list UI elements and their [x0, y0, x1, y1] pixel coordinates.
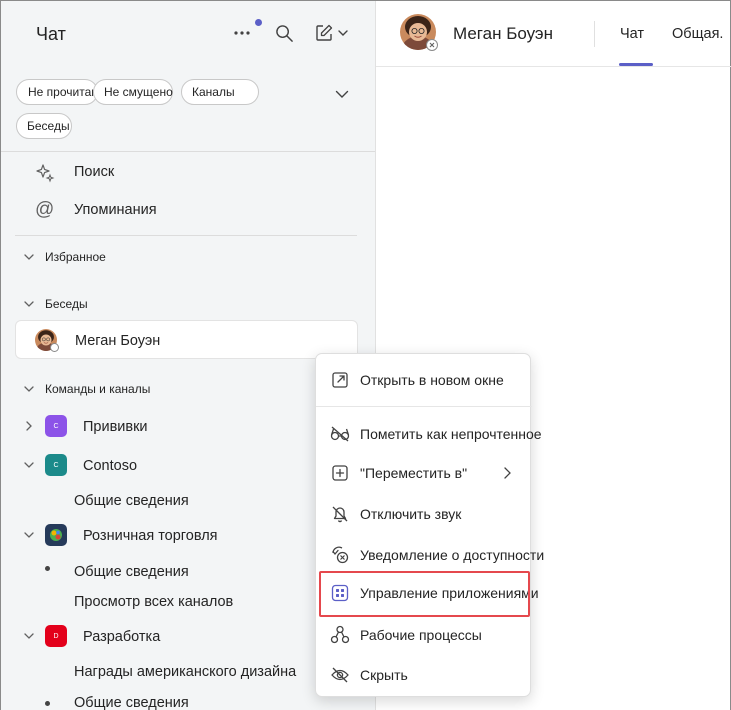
section-label: Команды и каналы	[45, 382, 151, 396]
channel-dev-general[interactable]: Общие сведения	[74, 695, 189, 710]
chevron-down-icon	[24, 301, 34, 307]
section-label: Беседы	[45, 297, 88, 311]
menu-item-mark-unread[interactable]: Пометить как непрочтенное	[316, 416, 542, 452]
menu-item-move-to[interactable]: "Переместить в"	[316, 455, 532, 491]
chat-context-menu: Открыть в новом окне Пометить как непроч…	[315, 353, 544, 697]
divider	[15, 235, 357, 236]
more-options-button[interactable]	[229, 19, 262, 46]
team-contoso[interactable]: C Contoso	[23, 454, 323, 478]
workflow-icon	[330, 625, 350, 645]
sidebar-item-label: Поиск	[74, 164, 115, 180]
menu-item-hide[interactable]: Скрыть	[316, 657, 532, 693]
channel-dev-awards[interactable]: Награды американского дизайна	[74, 664, 296, 680]
sidebar-item-label: Упоминания	[74, 202, 157, 218]
open-window-icon	[330, 370, 350, 390]
team-avatar	[45, 524, 67, 546]
menu-item-label: "Переместить в"	[360, 465, 468, 481]
bell-off-icon	[330, 504, 350, 524]
bullet	[45, 566, 50, 571]
menu-item-label: Уведомление о доступности	[360, 547, 545, 563]
globe-logo-icon	[50, 529, 62, 541]
team-label: Розничная торговля	[83, 528, 218, 544]
team-label: Прививки	[83, 419, 148, 435]
menu-item-label: Пометить как непрочтенное	[360, 426, 542, 442]
filter-unmuted[interactable]: Не смущено	[93, 79, 173, 105]
presence-icon	[330, 545, 350, 565]
filter-channels[interactable]: Каналы	[181, 79, 259, 105]
status-offline-icon	[50, 343, 59, 352]
team-avatar: C	[45, 454, 67, 476]
chevron-down-icon	[24, 386, 34, 392]
chevron-right-icon	[504, 467, 511, 479]
divider	[594, 21, 595, 47]
status-offline-icon	[426, 39, 438, 51]
sparkle-icon	[36, 164, 55, 183]
filter-unread[interactable]: Не прочитано	[16, 79, 98, 105]
expand-filters-button[interactable]	[329, 81, 355, 107]
chat-item-label: Меган Боуэн	[75, 333, 161, 349]
plus-square-icon	[330, 463, 350, 483]
team-label: Разработка	[83, 629, 161, 645]
tab-shared[interactable]: Общая.	[672, 26, 723, 42]
search-icon	[275, 24, 293, 42]
new-chat-button[interactable]	[309, 20, 353, 46]
tab-chat[interactable]: Чат	[620, 26, 644, 42]
channel-contoso-general[interactable]: Общие сведения	[74, 493, 189, 509]
divider	[1, 151, 375, 152]
menu-divider	[316, 406, 532, 407]
sidebar-item-search[interactable]: Поиск	[15, 160, 358, 186]
compose-icon	[315, 24, 332, 41]
menu-item-label: Скрыть	[360, 667, 408, 683]
menu-item-open-new-window[interactable]: Открыть в новом окне	[316, 362, 532, 398]
chevron-right-icon	[26, 421, 32, 431]
search-button[interactable]	[271, 20, 297, 46]
chevron-down-icon	[335, 90, 349, 98]
menu-item-availability-notification[interactable]: Уведомление о доступности	[316, 537, 544, 573]
bullet	[45, 701, 50, 706]
menu-item-mute[interactable]: Отключить звук	[316, 496, 532, 532]
filter-chats[interactable]: Беседы	[16, 113, 72, 139]
chat-item-megan[interactable]: Меган Боуэн	[15, 320, 358, 359]
channel-retail-all[interactable]: Просмотр всех каналов	[74, 594, 233, 610]
team-development[interactable]: D Разработка	[23, 625, 323, 649]
eye-off-icon	[330, 665, 350, 685]
chevron-down-icon	[24, 462, 34, 468]
sidebar-item-mentions[interactable]: @ Упоминания	[15, 198, 358, 224]
menu-item-label: Отключить звук	[360, 506, 462, 522]
team-avatar: D	[45, 625, 67, 647]
chevron-down-icon	[24, 254, 34, 260]
chevron-down-icon	[337, 30, 348, 36]
team-vaccinations[interactable]: C Прививки	[23, 415, 323, 439]
sidebar-title: Чат	[36, 24, 66, 44]
chevron-down-icon	[24, 532, 34, 538]
glasses-icon	[330, 424, 350, 444]
at-icon: @	[35, 199, 55, 220]
menu-item-label: Рабочие процессы	[360, 627, 482, 643]
menu-item-label: Открыть в новом окне	[360, 372, 504, 388]
team-retail[interactable]: Розничная торговля	[23, 524, 323, 548]
more-dots-icon	[234, 31, 250, 35]
highlight-box	[319, 571, 530, 617]
divider	[376, 66, 731, 67]
notification-dot	[255, 19, 262, 26]
menu-item-workflows[interactable]: Рабочие процессы	[316, 617, 532, 653]
chevron-down-icon	[24, 633, 34, 639]
team-avatar: C	[45, 415, 67, 437]
team-label: Contoso	[83, 458, 138, 474]
header-name: Меган Боуэн	[453, 24, 553, 43]
section-label: Избранное	[45, 250, 106, 264]
channel-retail-general[interactable]: Общие сведения	[74, 564, 189, 580]
